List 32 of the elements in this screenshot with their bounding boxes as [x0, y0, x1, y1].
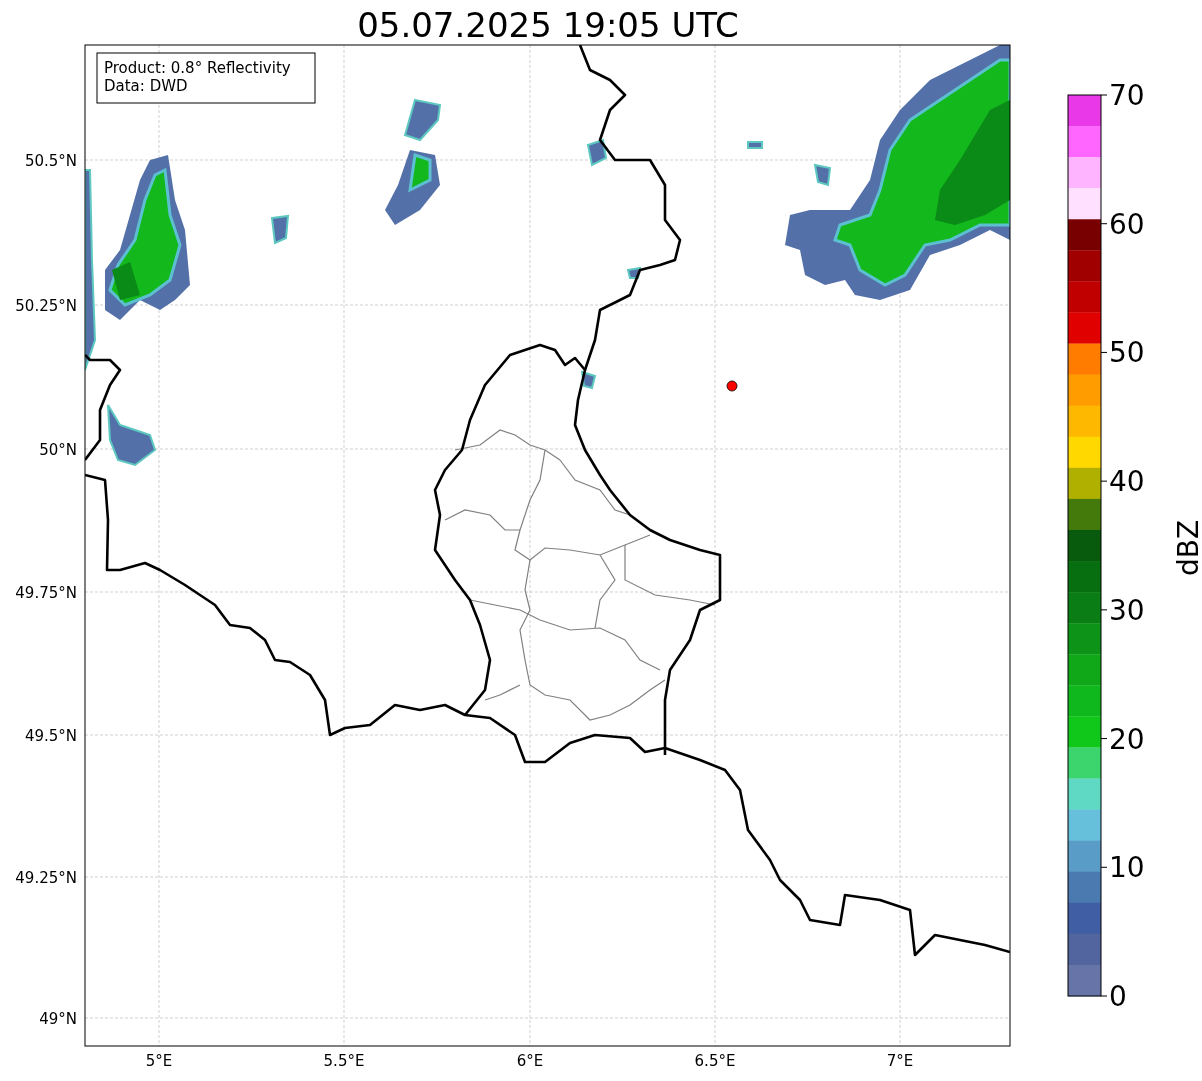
- longitude-label: 5.5°E: [323, 1052, 365, 1070]
- latitude-label: 50.25°N: [15, 297, 77, 315]
- precipitation-echo: [107, 404, 157, 467]
- precipitation-echo: [626, 266, 642, 279]
- colorbar-tick-label: 70: [1109, 79, 1145, 112]
- precipitation-echo: [403, 98, 442, 142]
- colorbar-tick-label: 30: [1109, 593, 1145, 627]
- longitude-label: 7°E: [886, 1052, 914, 1070]
- radar-site-marker: [726, 380, 738, 392]
- colorbar-tick-label: 60: [1109, 207, 1145, 241]
- colorbar-tick-label: 10: [1109, 851, 1145, 885]
- colorbar-label: dBZ: [1172, 519, 1202, 577]
- colorbar-tick-label: 40: [1109, 465, 1145, 499]
- latitude-label: 49.5°N: [24, 727, 77, 745]
- map-title: 05.07.2025 19:05 UTC: [357, 5, 739, 45]
- precipitation-echo: [747, 141, 763, 149]
- longitude-label: 6.5°E: [694, 1052, 736, 1070]
- colorbar-tick-label: 0: [1109, 980, 1127, 1013]
- latitude-label: 50°N: [39, 441, 77, 459]
- latitude-label: 50.5°N: [24, 152, 77, 170]
- longitude-label: 6°E: [516, 1052, 544, 1070]
- precipitation-echo: [586, 138, 608, 167]
- latitude-label: 49°N: [39, 1010, 77, 1028]
- colorbar-tick-label: 50: [1109, 336, 1145, 370]
- info-text: Product: 0.8° Reflectivity: [104, 59, 291, 77]
- info-text: Data: DWD: [104, 77, 188, 95]
- precipitation-echo: [270, 214, 290, 245]
- latitude-label: 49.75°N: [15, 584, 77, 602]
- longitude-label: 5°E: [145, 1052, 173, 1070]
- latitude-label: 49.25°N: [15, 869, 77, 887]
- colorbar-tick-label: 20: [1109, 722, 1145, 756]
- precipitation-echo: [580, 370, 597, 390]
